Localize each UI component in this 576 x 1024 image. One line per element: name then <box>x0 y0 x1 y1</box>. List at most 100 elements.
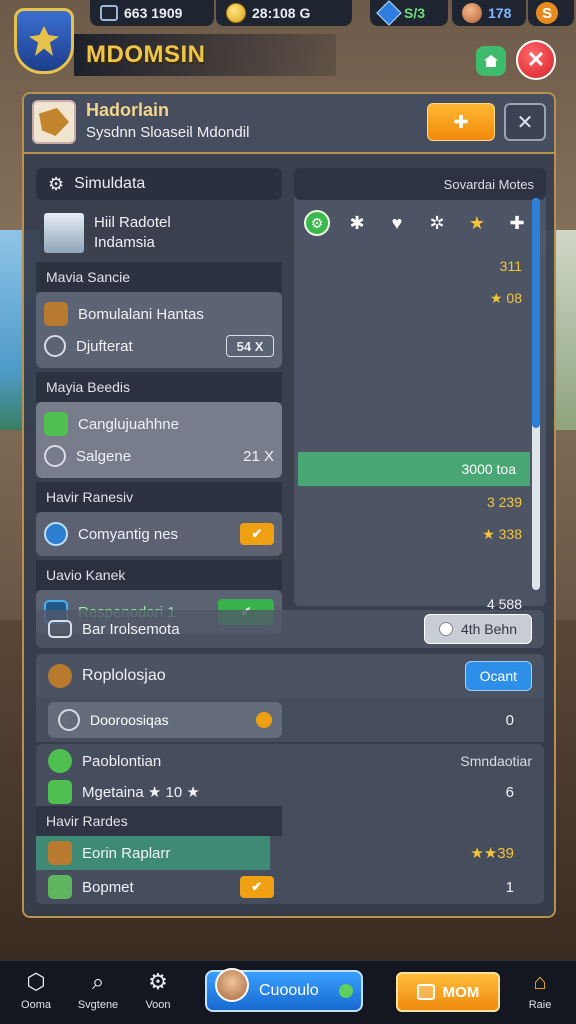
item-label: Mgetaina ★ 10 ★ <box>82 784 200 801</box>
nav-mom-button[interactable]: MOM <box>396 972 500 1012</box>
section2-title: Roplolosjao <box>82 667 166 684</box>
copper-counter[interactable]: 178 <box>452 0 526 26</box>
group-label: Mavia Sancie <box>36 262 282 292</box>
section3-title: Paoblontian <box>82 752 162 770</box>
group-label: Uavio Kanek <box>36 560 282 590</box>
coin-counter[interactable]: 28:108 G <box>216 0 352 26</box>
ring-icon <box>44 445 66 467</box>
bar-action-button[interactable]: 4th Behn <box>423 614 532 644</box>
bar-row: Bar Irolsemota 4th Behn <box>36 610 544 648</box>
hotel-icon <box>44 213 84 253</box>
item-label: Comyantig nes <box>78 525 179 543</box>
highlight-item[interactable]: Eorin Raplarr <box>36 836 270 870</box>
simuldata-header: ⚙ Simuldata <box>36 168 282 200</box>
hotel-name: Hiil Radotel <box>94 214 171 231</box>
list-icon <box>48 620 72 638</box>
section2-button[interactable]: Ocant <box>464 661 532 691</box>
main-panel: Hadorlain Sysdnn Sloaseil Mdondil ✚ ✕ ⚙ … <box>22 92 556 918</box>
list-item[interactable]: Canglujuahhne <box>44 408 274 440</box>
stat-value: ★ 08 <box>489 290 522 306</box>
cash-value: 663 1909 <box>124 5 183 21</box>
section2-row-label: Dooroosiqas <box>90 712 169 728</box>
nav-item-svgtene[interactable]: ⌕ Svgtene <box>68 969 128 1011</box>
coin-value: 28:108 G <box>252 5 311 21</box>
ticket-icon <box>416 984 435 1000</box>
s-badge[interactable]: S <box>528 0 574 26</box>
cash-counter[interactable]: 663 1909 <box>90 0 214 26</box>
section2-value: 0 <box>505 711 514 729</box>
toggle-dot-icon <box>438 622 453 636</box>
gem-value: S/3 <box>404 5 426 21</box>
panel-subtitle: Sysdnn Sloaseil Mdondil <box>86 124 250 141</box>
eagle-icon <box>29 26 59 56</box>
group-label: Mayia Beedis <box>36 372 282 402</box>
right-column: Sovardai Motes ⚙ ✱ ♥ ✲ ★ ✚ 311 ★ 08 3000… <box>294 168 546 684</box>
nav-item-voon[interactable]: ⚙ Voon <box>128 969 188 1011</box>
list-item[interactable]: Mgetaina ★ 10 ★ 6 <box>36 778 544 806</box>
heart-tool-icon[interactable]: ♥ <box>384 210 410 236</box>
cash-icon <box>100 5 118 21</box>
stat-value: 311 <box>499 258 522 274</box>
home-button[interactable] <box>476 46 506 76</box>
online-dot-icon <box>339 984 353 998</box>
gem-icon <box>376 0 402 26</box>
star-tool-icon[interactable]: ★ <box>464 210 490 236</box>
section2-item[interactable]: Dooroosiqas <box>48 702 282 738</box>
tool-row: ⚙ ✱ ♥ ✲ ★ ✚ <box>294 200 546 246</box>
hotel-location: Indamsia <box>94 234 155 251</box>
house-icon: ⌂ <box>533 969 547 994</box>
item-label: Eorin Raplarr <box>82 844 171 862</box>
nav-orange-label: MOM <box>442 983 480 1001</box>
panel-close-button[interactable]: ✕ <box>504 103 546 141</box>
status-bar: 663 1909 28:108 G S/3 178 S <box>0 0 576 30</box>
item-value: 21 X <box>243 447 274 465</box>
crate-icon <box>44 302 68 326</box>
search-icon: ⌕ <box>91 969 105 994</box>
asterisk-tool-icon[interactable]: ✲ <box>424 210 450 236</box>
game-title: MDOMSIN <box>74 34 336 76</box>
tree-icon <box>48 780 72 804</box>
item-label: Djufterat <box>76 337 133 355</box>
check-button[interactable]: ✔ <box>239 876 274 898</box>
right-header: Sovardai Motes <box>294 168 546 200</box>
item-count-button[interactable]: 54 X <box>226 335 274 357</box>
hotel-row[interactable]: Hiil Radotel Indamsia <box>36 204 282 262</box>
panel-title: Hadorlain <box>86 100 170 120</box>
panel-header-icon <box>32 100 76 144</box>
flower-icon <box>44 412 68 436</box>
cube-icon: ⬡ <box>26 969 46 994</box>
check-button[interactable]: ✔ <box>240 523 274 545</box>
section3-label: Havir Rardes <box>36 806 282 836</box>
panel-action-button[interactable]: ✚ <box>427 103 495 141</box>
list-item[interactable]: Bomulalani Hantas <box>44 298 274 330</box>
list-item[interactable]: Eorin Raplarr ★★39 <box>36 836 544 870</box>
list-item[interactable]: Djufterat 54 X <box>44 330 274 362</box>
gear-icon <box>44 335 66 357</box>
close-button[interactable]: ✕ <box>516 40 556 80</box>
nav-item-ooma[interactable]: ⬡ Ooma <box>6 969 66 1011</box>
gear-tool-icon[interactable]: ⚙ <box>304 210 330 236</box>
list-item[interactable]: Bopmet ✔ 1 <box>36 870 544 904</box>
group-card: Canglujuahhne Salgene 21 X <box>36 402 282 478</box>
scrollbar-thumb[interactable] <box>532 198 540 428</box>
list-item[interactable]: Salgene 21 X <box>44 440 274 472</box>
settings-icon: ⚙ <box>48 173 65 194</box>
avatar <box>215 968 249 1002</box>
s-badge-icon: S <box>536 2 558 24</box>
globe-icon <box>44 522 68 546</box>
right-scrollbar[interactable] <box>532 198 540 590</box>
section2-row[interactable]: Dooroosiqas 0 <box>36 698 544 742</box>
nav-item-raie[interactable]: ⌂ Raie <box>510 969 570 1011</box>
plus-tool-icon[interactable]: ✚ <box>504 210 530 236</box>
highlight-bar[interactable]: 3000 toa <box>298 452 530 486</box>
stat-value: 3 239 <box>486 494 522 510</box>
nav-center-button[interactable]: Cuooulo <box>205 968 363 1012</box>
item-value: 6 <box>505 783 514 801</box>
lion-icon <box>39 108 69 136</box>
list-item[interactable]: Comyantig nes ✔ <box>44 518 274 550</box>
section3-header-label: Smndaotiar <box>460 753 532 769</box>
stat-value: ★ 338 <box>482 526 522 542</box>
gear-icon: ⚙ <box>148 969 168 994</box>
gem-counter[interactable]: S/3 <box>370 0 448 26</box>
sparkle-tool-icon[interactable]: ✱ <box>344 210 370 236</box>
